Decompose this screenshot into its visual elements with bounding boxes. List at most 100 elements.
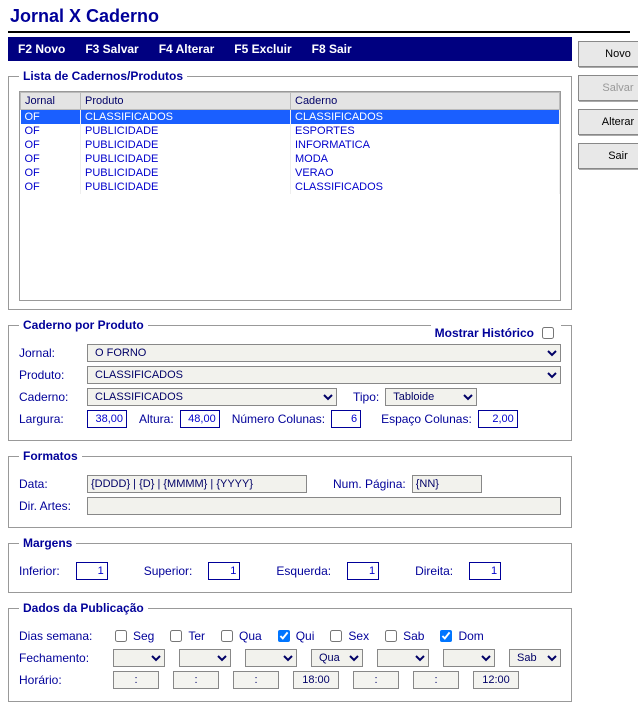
col-caderno[interactable]: Caderno (291, 93, 560, 110)
day-dom-check[interactable] (440, 630, 452, 642)
cell-jornal: OF (21, 110, 81, 125)
numcol-input[interactable] (331, 410, 361, 428)
day-ter-check[interactable] (170, 630, 182, 642)
numcol-label: Número Colunas: (232, 412, 325, 426)
divider (8, 31, 630, 33)
table-row[interactable]: OFPUBLICIDADEVERAO (21, 166, 560, 180)
fechamento-label: Fechamento: (19, 651, 99, 665)
day-qui-check[interactable] (278, 630, 290, 642)
col-jornal[interactable]: Jornal (21, 93, 81, 110)
caderno-select[interactable]: CLASSIFICADOS (87, 388, 337, 406)
cell-jornal: OF (21, 152, 81, 166)
cell-caderno: MODA (291, 152, 560, 166)
cell-produto: PUBLICIDADE (81, 124, 291, 138)
page-title: Jornal X Caderno (8, 0, 630, 29)
cell-produto: PUBLICIDADE (81, 166, 291, 180)
hora-ter[interactable] (173, 671, 219, 689)
table-row[interactable]: OFPUBLICIDADEMODA (21, 152, 560, 166)
produto-select[interactable]: CLASSIFICADOS (87, 366, 561, 384)
horario-label: Horário: (19, 673, 99, 687)
formatos-fieldset: Formatos Data: Num. Página: Dir. Artes: (8, 449, 572, 528)
day-qua-check[interactable] (221, 630, 233, 642)
espcol-label: Espaço Colunas: (381, 412, 472, 426)
cell-caderno: CLASSIFICADOS (291, 110, 560, 125)
altura-label: Altura: (139, 412, 174, 426)
margens-legend: Margens (19, 536, 76, 550)
fkey-f5[interactable]: F5 Excluir (234, 42, 291, 56)
fech-seg[interactable] (113, 649, 165, 667)
tipo-select[interactable]: Tabloide (385, 388, 477, 406)
numpag-input[interactable] (412, 475, 482, 493)
esquerda-input[interactable] (347, 562, 379, 580)
hora-dom[interactable] (473, 671, 519, 689)
largura-input[interactable] (87, 410, 127, 428)
numpag-label: Num. Página: (333, 477, 406, 491)
jornal-select[interactable]: O FORNO (87, 344, 561, 362)
table-row[interactable]: OFPUBLICIDADEINFORMATICA (21, 138, 560, 152)
margens-fieldset: Margens Inferior: Superior: Esquerda: Di… (8, 536, 572, 593)
cell-produto: PUBLICIDADE (81, 138, 291, 152)
grid-cadernos[interactable]: Jornal Produto Caderno OF CLASSIFICADOS CL… (19, 91, 561, 301)
cell-jornal: OF (21, 124, 81, 138)
alterar-button[interactable]: Alterar (578, 109, 638, 135)
caderno-fieldset: Caderno por Produto Mostrar Histórico Jo… (8, 318, 572, 441)
fkey-f3[interactable]: F3 Salvar (85, 42, 138, 56)
fkey-f8[interactable]: F8 Sair (312, 42, 352, 56)
inferior-input[interactable] (76, 562, 108, 580)
hora-qui[interactable] (293, 671, 339, 689)
esquerda-label: Esquerda: (276, 564, 331, 578)
publicacao-fieldset: Dados da Publicação Dias semana: Seg Ter… (8, 601, 572, 702)
fech-sab[interactable] (443, 649, 495, 667)
caderno-legend: Caderno por Produto (19, 318, 148, 332)
table-row[interactable]: OFPUBLICIDADEESPORTES (21, 124, 560, 138)
col-produto[interactable]: Produto (81, 93, 291, 110)
day-sex-check[interactable] (330, 630, 342, 642)
novo-button[interactable]: Novo (578, 41, 638, 67)
cell-jornal: OF (21, 180, 81, 194)
fkey-f4[interactable]: F4 Alterar (159, 42, 215, 56)
produto-label: Produto: (19, 368, 81, 382)
superior-input[interactable] (208, 562, 240, 580)
mostrar-historico-check[interactable] (542, 327, 554, 339)
lista-legend: Lista de Cadernos/Produtos (19, 69, 187, 83)
cell-jornal: OF (21, 138, 81, 152)
fech-dom[interactable]: Sab (509, 649, 561, 667)
dias-label: Dias semana: (19, 629, 99, 643)
direita-label: Direita: (415, 564, 453, 578)
table-row[interactable]: OFPUBLICIDADECLASSIFICADOS (21, 180, 560, 194)
hora-sex[interactable] (353, 671, 399, 689)
sair-button[interactable]: Sair (578, 143, 638, 169)
fech-ter[interactable] (179, 649, 231, 667)
data-input[interactable] (87, 475, 307, 493)
dirartes-label: Dir. Artes: (19, 499, 81, 513)
fech-qua[interactable] (245, 649, 297, 667)
cell-produto: PUBLICIDADE (81, 152, 291, 166)
day-seg-check[interactable] (115, 630, 127, 642)
cell-jornal: OF (21, 166, 81, 180)
cell-caderno: ESPORTES (291, 124, 560, 138)
data-label: Data: (19, 477, 81, 491)
fkey-f2[interactable]: F2 Novo (18, 42, 65, 56)
mostrar-historico: Mostrar Histórico (431, 324, 561, 342)
formatos-legend: Formatos (19, 449, 82, 463)
tipo-label: Tipo: (353, 390, 379, 404)
cell-caderno: VERAO (291, 166, 560, 180)
table-row[interactable]: OFCLASSIFICADOSCLASSIFICADOS (21, 110, 560, 125)
day-sab-check[interactable] (385, 630, 397, 642)
hora-seg[interactable] (113, 671, 159, 689)
cell-produto: PUBLICIDADE (81, 180, 291, 194)
cell-caderno: CLASSIFICADOS (291, 180, 560, 194)
fech-sex[interactable] (377, 649, 429, 667)
dirartes-input[interactable] (87, 497, 561, 515)
hora-qua[interactable] (233, 671, 279, 689)
publicacao-legend: Dados da Publicação (19, 601, 148, 615)
espcol-input[interactable] (478, 410, 518, 428)
inferior-label: Inferior: (19, 564, 60, 578)
caderno-label: Caderno: (19, 390, 81, 404)
altura-input[interactable] (180, 410, 220, 428)
direita-input[interactable] (469, 562, 501, 580)
fech-qui[interactable]: Qua (311, 649, 363, 667)
superior-label: Superior: (144, 564, 193, 578)
salvar-button[interactable]: Salvar (578, 75, 638, 101)
hora-sab[interactable] (413, 671, 459, 689)
